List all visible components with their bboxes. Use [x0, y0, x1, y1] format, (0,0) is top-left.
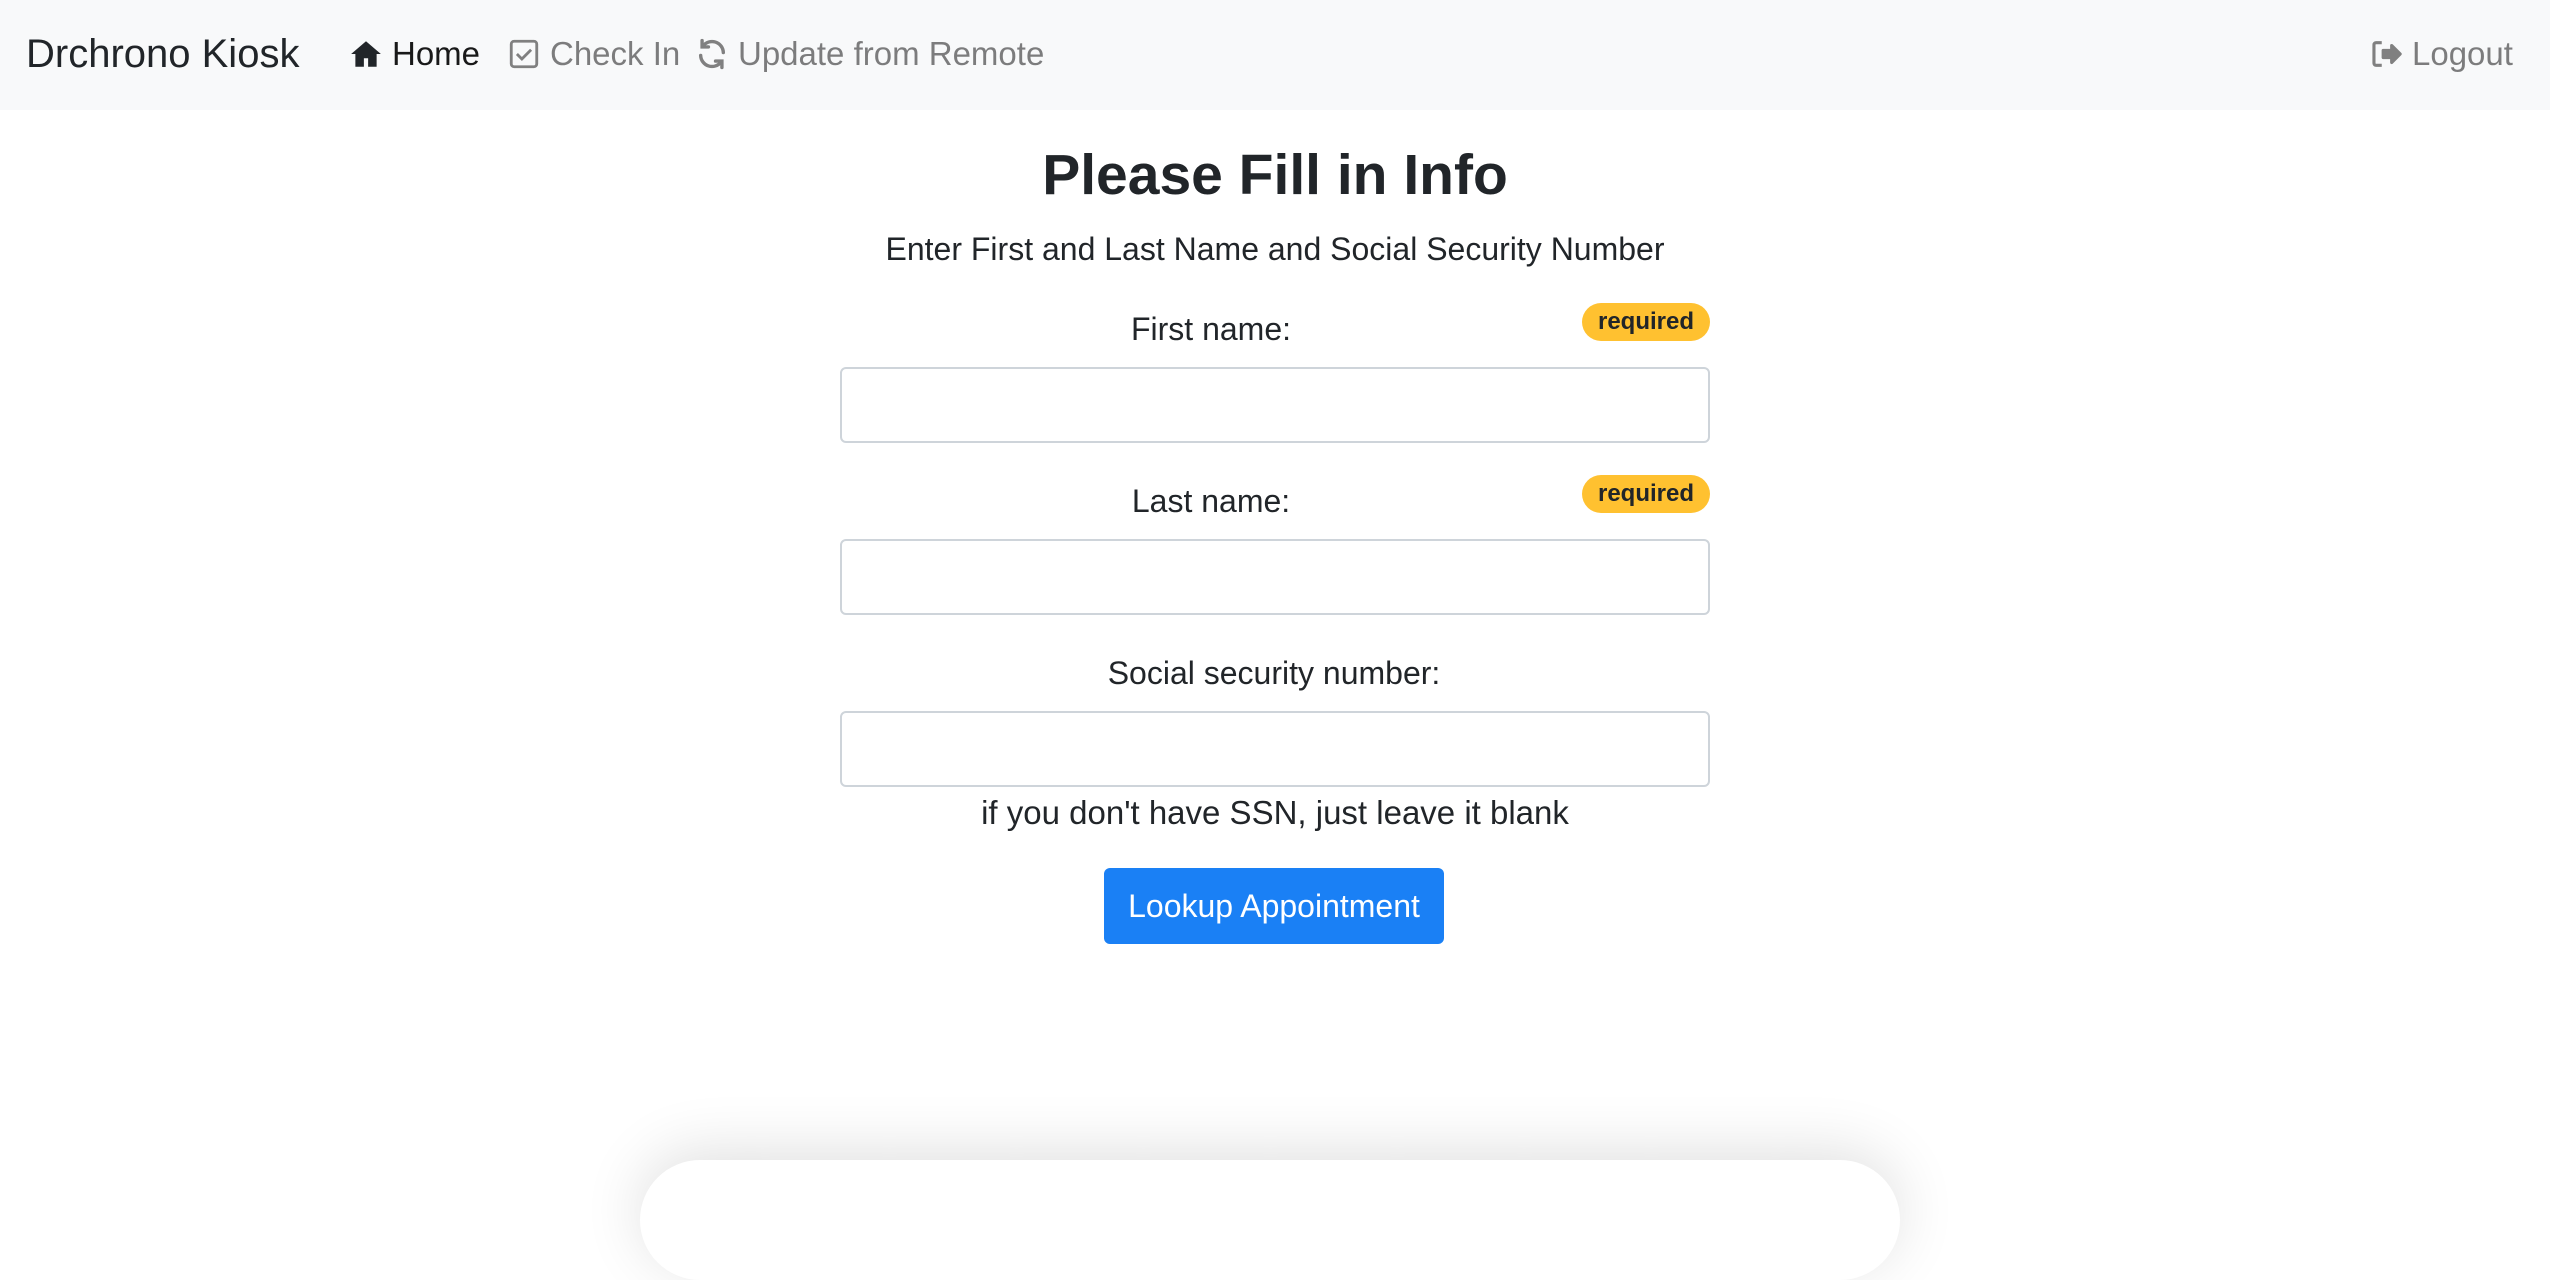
- nav-item-label: Home: [392, 35, 481, 72]
- check-square-icon: [506, 36, 542, 72]
- nav-item-update-from-remote[interactable]: Update from Remote: [694, 30, 1044, 78]
- last-name-input[interactable]: [840, 539, 1710, 615]
- bottom-panel-shadow: [640, 1160, 1900, 1280]
- nav-item-home[interactable]: Home: [348, 30, 480, 78]
- ssn-input[interactable]: [840, 711, 1710, 787]
- nav-item-label: Update from Remote: [738, 35, 1045, 72]
- sign-out-icon: [2368, 36, 2404, 72]
- nav-item-check-in[interactable]: Check In: [506, 30, 680, 78]
- navbar: Drchrono Kiosk Home Check In Update from…: [0, 0, 2550, 110]
- page-subtitle: Enter First and Last Name and Social Sec…: [885, 231, 1665, 267]
- logout-link[interactable]: Logout: [2368, 30, 2513, 78]
- logout-label: Logout: [2412, 35, 2513, 72]
- ssn-label: Social security number:: [1107, 655, 1441, 691]
- home-icon: [348, 36, 384, 72]
- required-badge: required: [1582, 303, 1710, 341]
- last-name-label: Last name:: [1131, 483, 1291, 519]
- nav-item-label: Check In: [550, 35, 681, 72]
- first-name-input[interactable]: [840, 367, 1710, 443]
- page-title: Please Fill in Info: [1042, 143, 1508, 207]
- lookup-appointment-button[interactable]: Lookup Appointment: [1104, 868, 1444, 944]
- first-name-label: First name:: [1130, 311, 1292, 347]
- required-badge: required: [1582, 475, 1710, 513]
- navbar-brand[interactable]: Drchrono Kiosk: [26, 28, 299, 80]
- refresh-icon: [694, 36, 730, 72]
- ssn-help-text: if you don't have SSN, just leave it bla…: [981, 794, 1569, 831]
